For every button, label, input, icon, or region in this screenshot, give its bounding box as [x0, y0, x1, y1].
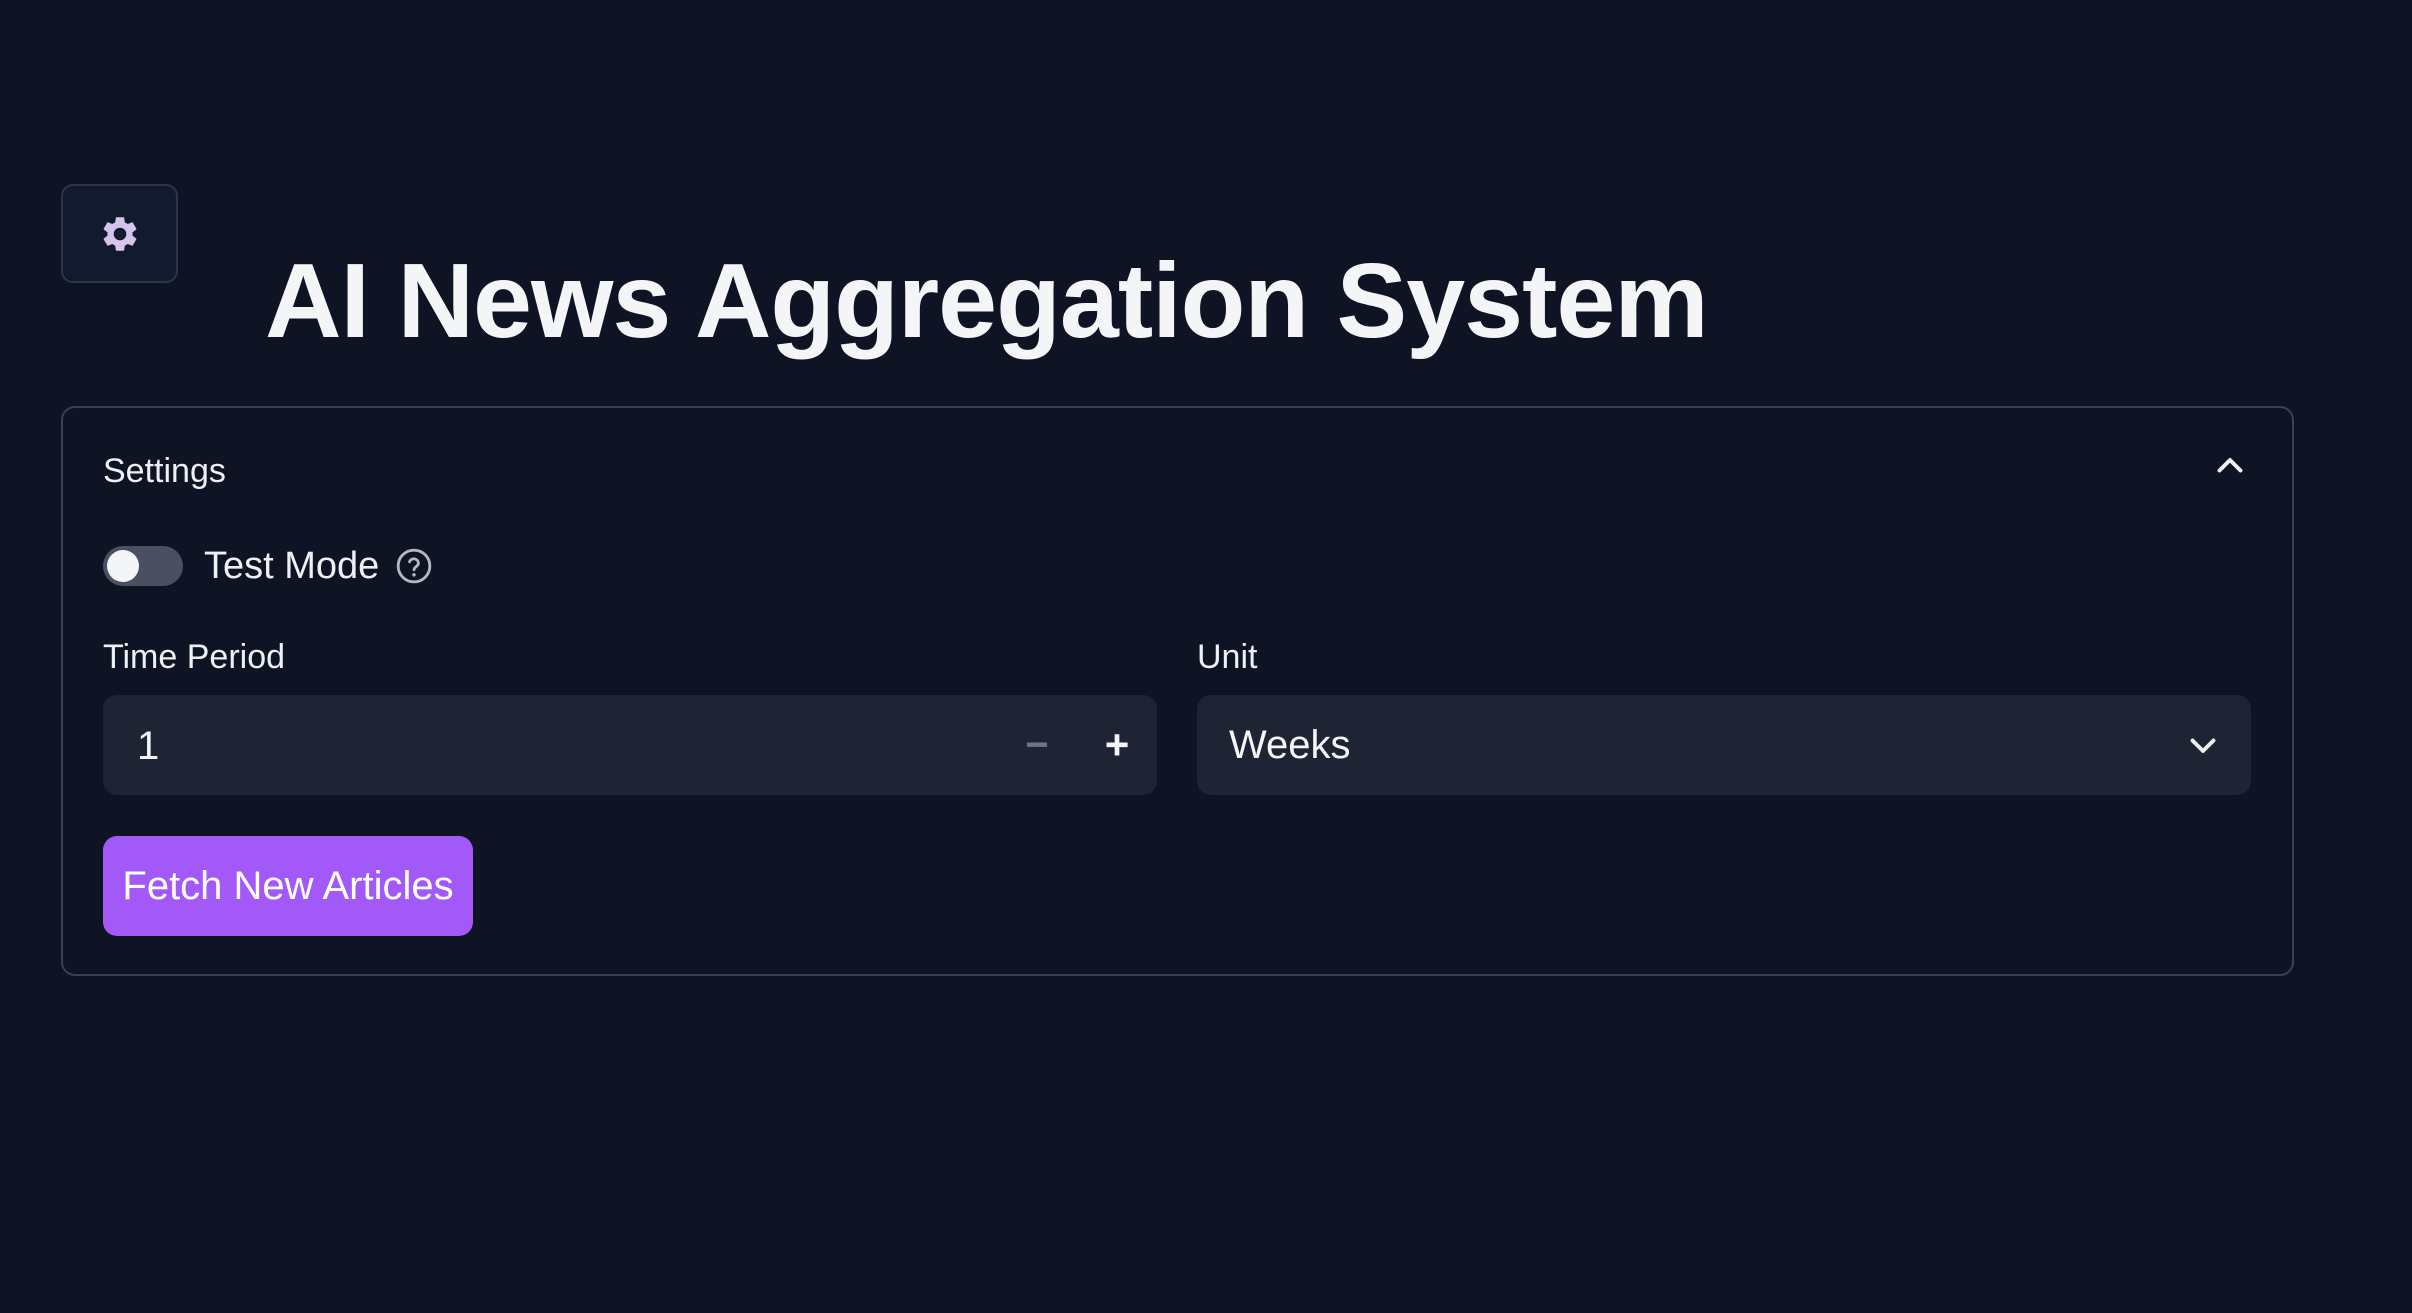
- settings-panel-header[interactable]: Settings: [63, 408, 2292, 528]
- help-icon[interactable]: [395, 547, 433, 585]
- gear-icon: [103, 216, 136, 251]
- minus-icon: −: [1025, 722, 1049, 767]
- unit-selected-value: Weeks: [1229, 723, 1351, 767]
- plus-icon: +: [1104, 721, 1130, 768]
- toggle-knob: [107, 550, 139, 582]
- test-mode-row: Test Mode: [103, 528, 433, 604]
- time-period-stepper: − +: [103, 695, 1157, 797]
- settings-panel: Settings Test Mode Time Period Unit −: [61, 406, 2294, 976]
- chevron-down-icon: [2190, 738, 2216, 753]
- app-page: AI News Aggregation System Settings Test…: [0, 0, 2412, 1313]
- increment-button[interactable]: +: [1077, 695, 1157, 795]
- page-title: AI News Aggregation System: [265, 242, 1709, 360]
- chevron-up-icon[interactable]: [2212, 448, 2248, 484]
- test-mode-toggle[interactable]: [103, 546, 183, 586]
- time-period-input[interactable]: [135, 695, 939, 797]
- settings-button[interactable]: [61, 184, 178, 283]
- fetch-new-articles-button[interactable]: Fetch New Articles: [103, 836, 473, 936]
- time-period-label: Time Period: [103, 638, 286, 676]
- decrement-button[interactable]: −: [997, 695, 1077, 795]
- settings-panel-title: Settings: [103, 452, 226, 490]
- unit-select[interactable]: Weeks: [1197, 695, 2251, 795]
- test-mode-label: Test Mode: [204, 544, 380, 587]
- unit-label: Unit: [1197, 638, 1258, 676]
